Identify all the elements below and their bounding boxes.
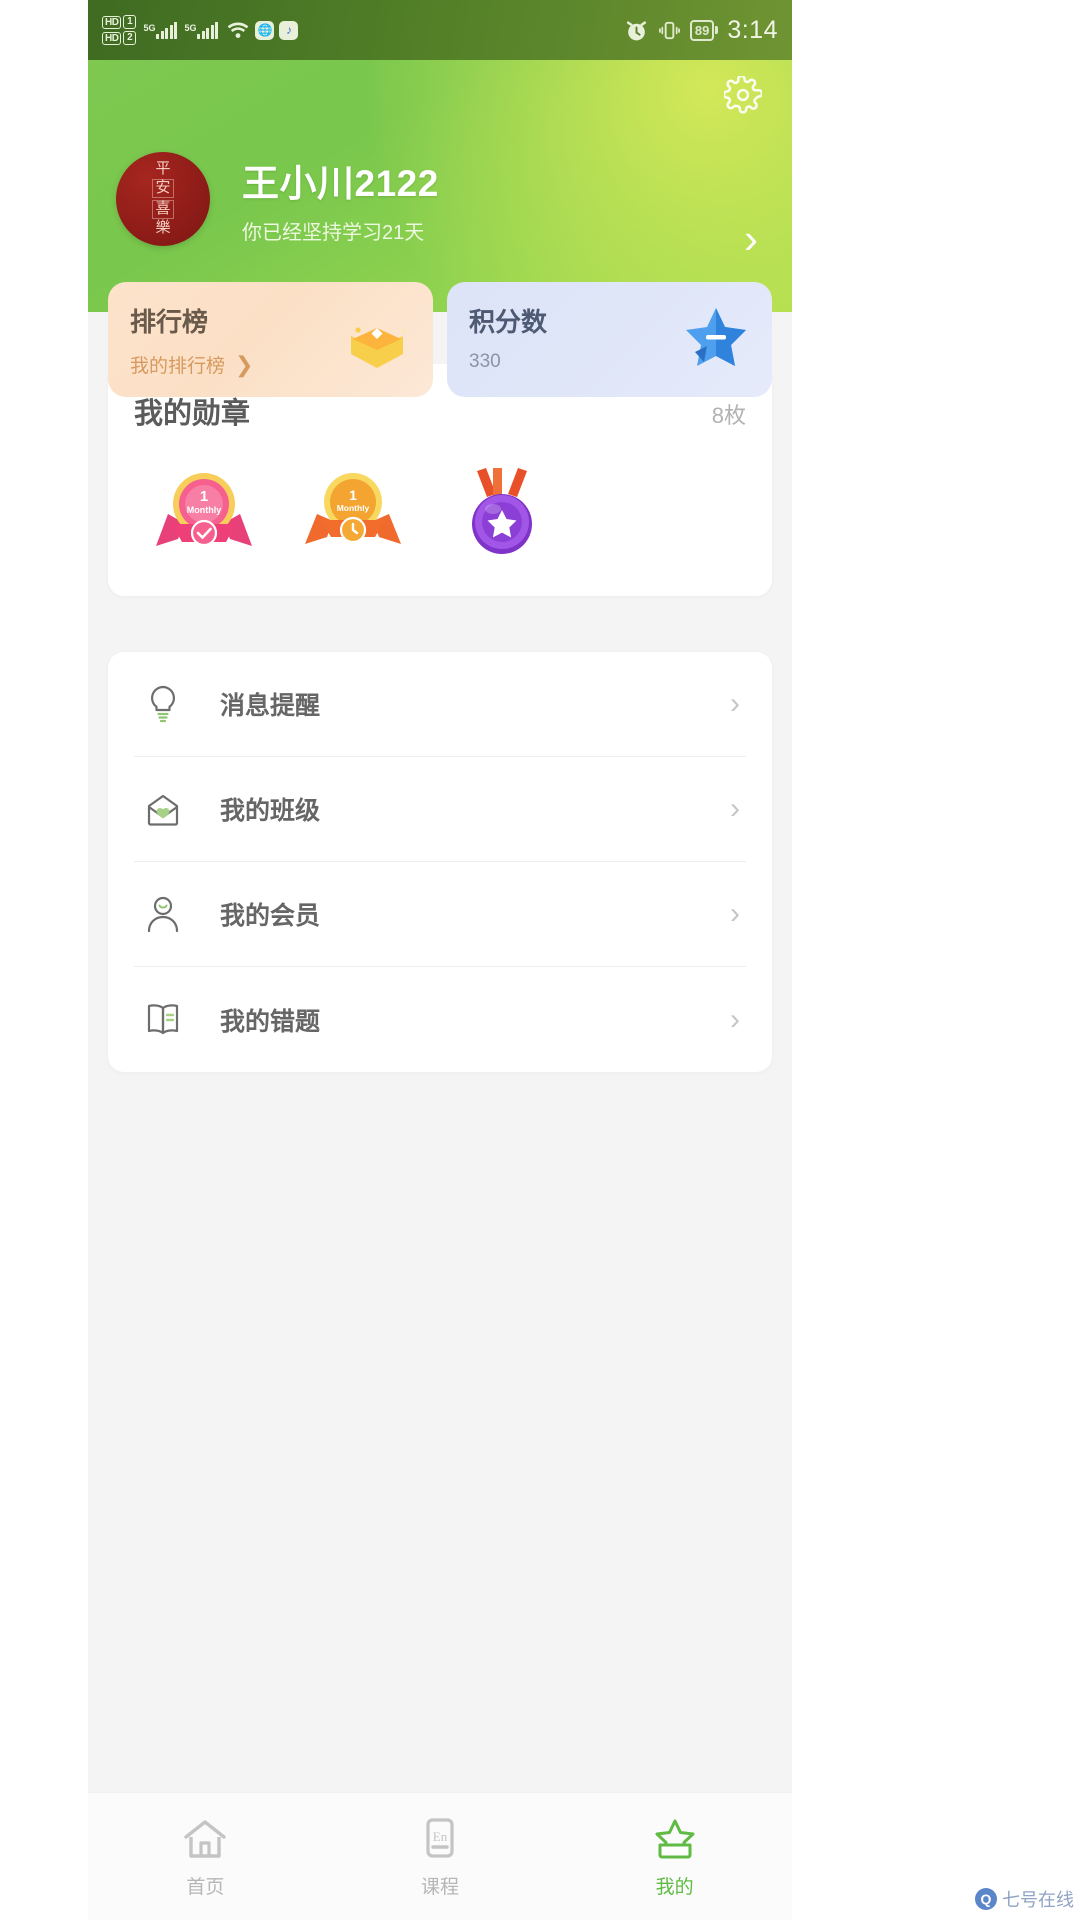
envelope-heart-icon <box>140 786 186 832</box>
signal-bars-icon-1 <box>156 21 178 39</box>
points-value: 330 <box>469 351 501 372</box>
bottom-tab-bar: 首页 En 课程 我的 <box>88 1792 792 1920</box>
watermark: Q 七号在线 <box>975 1886 1074 1912</box>
hd-num-1: 1 <box>123 15 137 29</box>
alarm-clock-icon <box>624 18 649 43</box>
purple-star-medal[interactable] <box>450 462 555 562</box>
status-bar-right: 89 3:14 <box>624 16 778 45</box>
gift-box-icon <box>331 292 423 384</box>
blue-star-icon <box>670 292 762 384</box>
chevron-right-icon[interactable]: › <box>730 897 740 931</box>
network-type-2: 5G <box>184 22 197 33</box>
svg-text:En: En <box>433 1829 448 1844</box>
avatar-char-2: 喜 <box>152 200 174 219</box>
tab-mine-label: 我的 <box>655 1876 694 1898</box>
network-type-1: 5G <box>143 22 156 33</box>
menu-card: 消息提醒 › 我的班级 › 我的会员 › 我的错题 › <box>108 652 772 1072</box>
avatar[interactable]: 平 安 喜 樂 <box>116 152 210 246</box>
hd-num-2: 2 <box>123 31 137 45</box>
music-icon: ♪ <box>279 20 299 40</box>
svg-text:1: 1 <box>349 487 357 503</box>
menu-item-my-class[interactable]: 我的班级 › <box>134 757 746 862</box>
medal-count: 8枚 <box>711 403 746 428</box>
svg-text:Monthly: Monthly <box>187 505 222 515</box>
profile-row[interactable]: 平 安 喜 樂 王小川2122 你已经坚持学习21天 <box>88 152 792 246</box>
chevron-right-icon[interactable]: › <box>730 1003 740 1037</box>
phone-screen: HD 1 HD 2 5G 5G 🌐 ♪ 89 3:14 平 安 喜 樂 王小川2… <box>88 0 792 1920</box>
gear-icon[interactable] <box>722 74 764 114</box>
vibrate-icon <box>658 19 681 42</box>
profile-text: 王小川2122 你已经坚持学习21天 <box>242 153 439 245</box>
svg-text:1: 1 <box>200 488 208 505</box>
menu-item-wrong-questions[interactable]: 我的错题 › <box>134 967 746 1072</box>
stat-cards: 排行榜 我的排行榜 ❯ 积分数 330 <box>108 282 772 397</box>
battery-percent: 89 <box>689 19 715 41</box>
person-icon <box>140 891 186 937</box>
hd-label-2: HD <box>102 31 122 45</box>
globe-icon: 🌐 <box>255 20 275 40</box>
menu-item-label: 我的班级 <box>220 797 321 825</box>
chevron-right-icon[interactable]: › <box>730 792 740 826</box>
medal-list: 1 Monthly 1 Monthly <box>134 462 746 562</box>
wifi-icon <box>226 20 250 40</box>
points-card[interactable]: 积分数 330 <box>447 282 772 397</box>
avatar-char-1: 安 <box>152 179 174 198</box>
status-bar-clock: 3:14 <box>727 15 778 44</box>
dual-sim-hd-indicators: HD 1 HD 2 <box>102 15 137 45</box>
profile-header: 平 安 喜 樂 王小川2122 你已经坚持学习21天 › 排行榜 我的排行榜 ❯ <box>88 60 792 397</box>
profile-chevron-icon[interactable]: › <box>744 218 758 260</box>
avatar-char-0: 平 <box>155 161 171 177</box>
watermark-badge: Q <box>975 1888 997 1910</box>
hd-indicator-sim2: HD 2 <box>102 31 137 45</box>
battery-indicator: 89 <box>689 19 719 41</box>
ranking-card[interactable]: 排行榜 我的排行榜 ❯ <box>108 282 433 397</box>
tab-mine[interactable]: 我的 <box>557 1815 792 1899</box>
monthly-clock-medal[interactable]: 1 Monthly <box>301 462 406 562</box>
tab-home[interactable]: 首页 <box>88 1815 323 1899</box>
en-card-icon: En <box>415 1815 465 1863</box>
open-book-icon <box>140 997 186 1043</box>
menu-item-membership[interactable]: 我的会员 › <box>134 862 746 967</box>
monthly-check-medal[interactable]: 1 Monthly <box>152 462 257 562</box>
chevron-right-icon[interactable]: › <box>730 687 740 721</box>
chevron-right-icon[interactable]: ❯ <box>235 352 253 378</box>
status-bar-left: HD 1 HD 2 5G 5G 🌐 ♪ <box>102 15 299 45</box>
tab-courses-label: 课程 <box>421 1876 460 1898</box>
hd-indicator-sim1: HD 1 <box>102 15 137 29</box>
user-name: 王小川2122 <box>242 163 439 204</box>
avatar-seal-text: 平 安 喜 樂 <box>152 161 174 236</box>
avatar-char-3: 樂 <box>155 220 171 236</box>
menu-item-notifications[interactable]: 消息提醒 › <box>134 652 746 757</box>
hd-label-1: HD <box>102 15 122 29</box>
watermark-text: 七号在线 <box>1002 1890 1074 1910</box>
tab-home-label: 首页 <box>186 1876 225 1898</box>
streak-text: 你已经坚持学习21天 <box>242 222 425 244</box>
status-bar: HD 1 HD 2 5G 5G 🌐 ♪ 89 3:14 <box>88 0 792 60</box>
battery-tip <box>715 26 719 34</box>
lightbulb-icon <box>140 681 186 727</box>
signal-sim2: 5G <box>184 21 219 39</box>
menu-item-label: 我的会员 <box>220 902 321 930</box>
tab-courses[interactable]: En 课程 <box>323 1815 558 1899</box>
menu-item-label: 消息提醒 <box>220 692 321 720</box>
medal-card: 我的勋章 8枚 1 Monthly 1 Monthly <box>108 364 772 596</box>
home-icon <box>180 1815 230 1863</box>
star-graduation-icon <box>650 1815 700 1863</box>
menu-item-label: 我的错题 <box>220 1007 321 1036</box>
svg-text:Monthly: Monthly <box>337 503 370 513</box>
signal-sim1: 5G <box>143 21 178 39</box>
ranking-card-sub-label: 我的排行榜 <box>130 356 226 377</box>
signal-bars-icon-2 <box>197 21 219 39</box>
